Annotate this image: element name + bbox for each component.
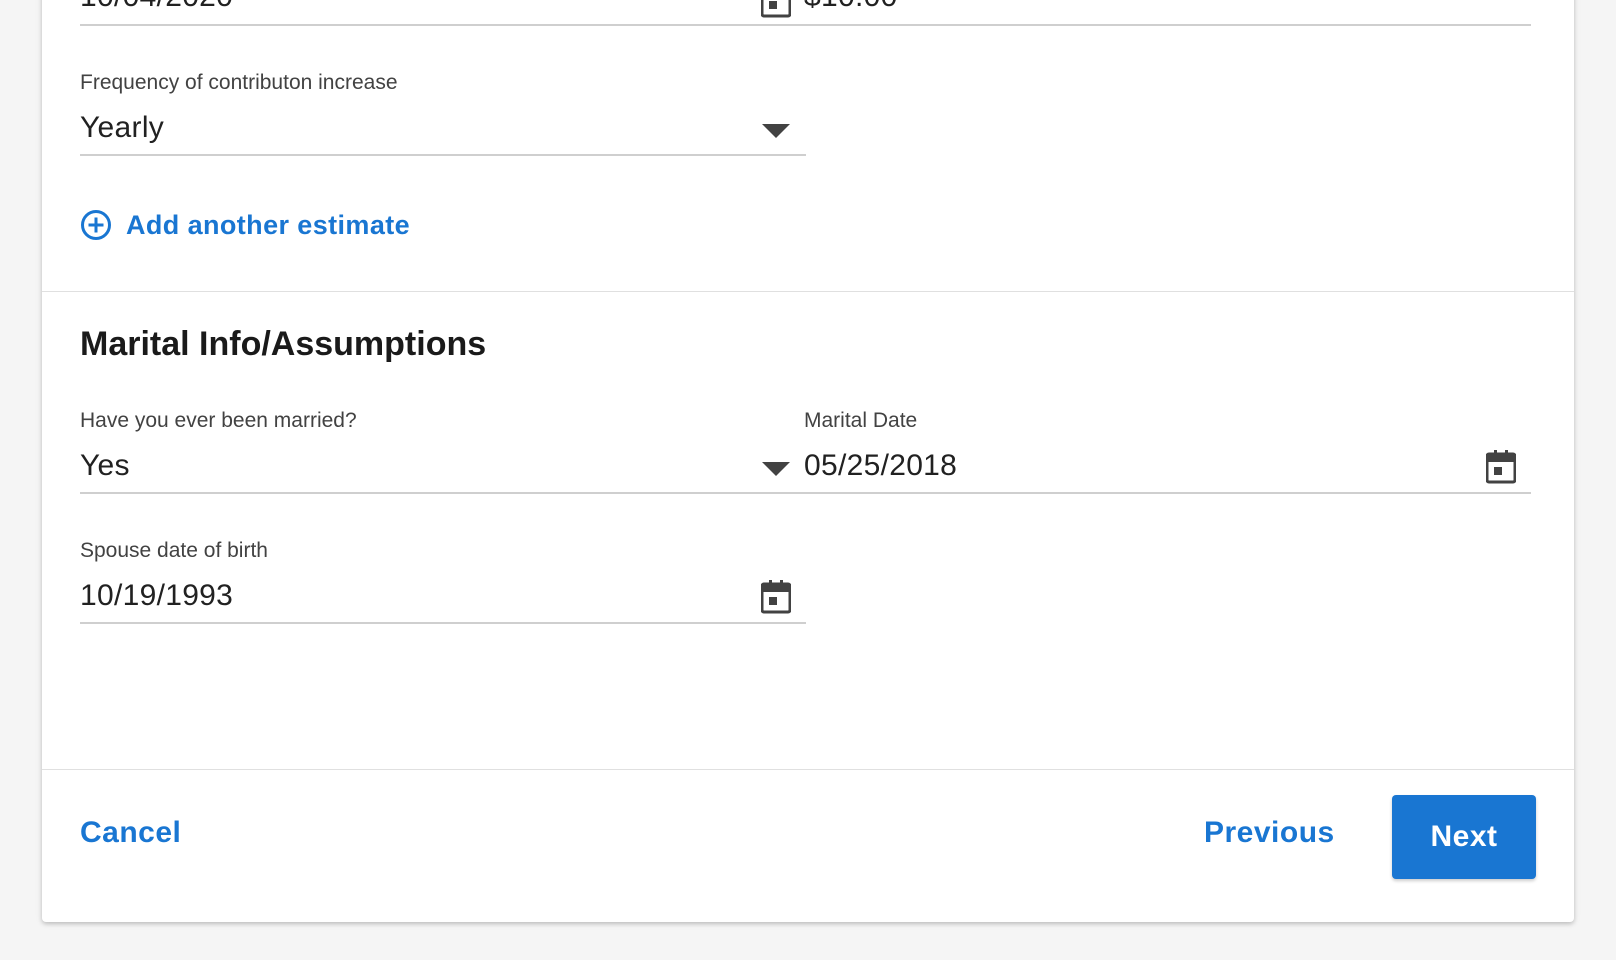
calendar-icon[interactable] <box>761 580 791 614</box>
chevron-down-icon <box>762 462 790 476</box>
section-divider <box>42 291 1574 292</box>
footer-divider <box>42 769 1574 770</box>
marital-date-value: 05/25/2018 <box>804 449 958 482</box>
marital-date-label: Marital Date <box>804 409 918 432</box>
form-card: 10/04/2020 $10.00 Frequency of contribut… <box>42 0 1574 922</box>
frequency-select-value: Yearly <box>80 111 165 144</box>
next-button[interactable]: Next <box>1392 795 1536 879</box>
amount-field-top-right-value: $10.00 <box>804 0 898 14</box>
date-field-top-left[interactable]: 10/04/2020 <box>80 0 806 26</box>
calendar-icon[interactable] <box>1486 450 1516 484</box>
ever-married-value: Yes <box>80 449 130 482</box>
amount-field-top-right[interactable]: $10.00 <box>804 0 1531 26</box>
add-circle-icon <box>81 210 111 240</box>
date-field-top-left-value: 10/04/2020 <box>80 0 233 14</box>
calendar-icon[interactable] <box>761 0 791 18</box>
spouse-dob-value: 10/19/1993 <box>80 579 234 612</box>
section-title: Marital Info/Assumptions <box>80 325 487 363</box>
previous-button[interactable]: Previous <box>1204 816 1335 850</box>
add-another-estimate-label: Add another estimate <box>126 209 411 240</box>
cancel-button[interactable]: Cancel <box>80 816 181 850</box>
spouse-dob-label: Spouse date of birth <box>80 539 268 562</box>
frequency-label: Frequency of contributon increase <box>80 71 398 94</box>
marital-date-field[interactable]: 05/25/2018 <box>804 446 1531 494</box>
ever-married-label: Have you ever been married? <box>80 409 357 432</box>
chevron-down-icon <box>762 124 790 138</box>
ever-married-select[interactable]: Yes <box>80 446 806 494</box>
add-another-estimate-link[interactable]: Add another estimate <box>80 208 410 242</box>
spouse-dob-field[interactable]: 10/19/1993 <box>80 576 806 624</box>
frequency-select[interactable]: Yearly <box>80 108 806 156</box>
